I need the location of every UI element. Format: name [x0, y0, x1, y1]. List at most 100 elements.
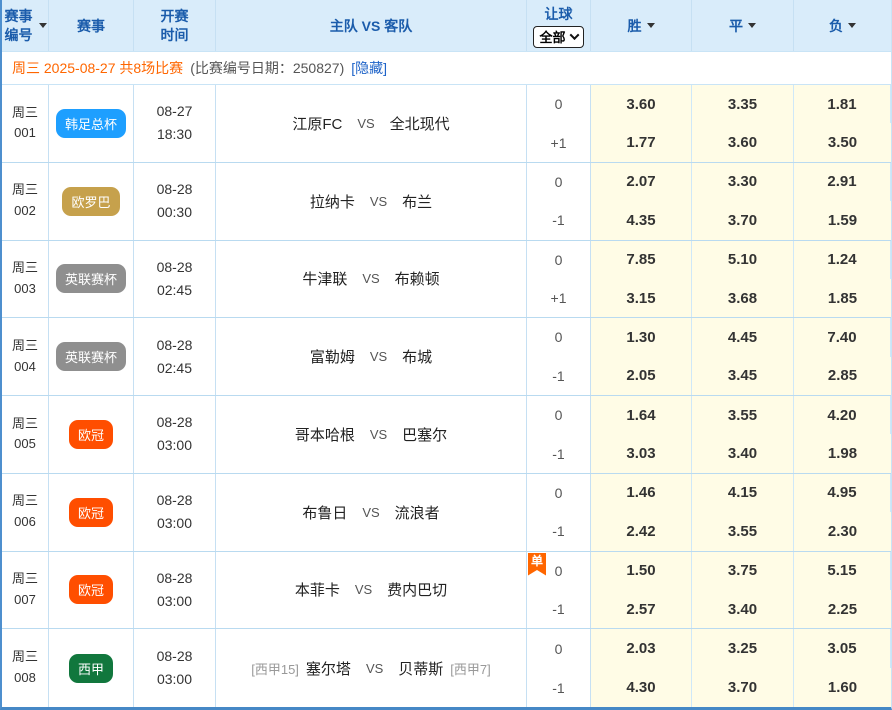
- header-win[interactable]: 胜: [591, 0, 692, 51]
- match-row: 周三 003 英联赛杯 08-28 02:45 牛津联VS布赖顿 0 7.85 …: [2, 241, 891, 319]
- handicap-value: 0: [555, 174, 563, 190]
- odds-win[interactable]: 4.30: [591, 668, 692, 707]
- header-draw[interactable]: 平: [692, 0, 794, 51]
- match-number-value: 004: [14, 357, 36, 378]
- header-match-no-label: 赛事编号: [3, 7, 35, 45]
- odds-draw[interactable]: 3.45: [692, 357, 794, 395]
- odds-lose[interactable]: 1.59: [794, 201, 891, 239]
- odds-win[interactable]: 2.03: [591, 629, 692, 668]
- odds-lose[interactable]: 4.95: [794, 474, 891, 512]
- odds-draw[interactable]: 3.40: [692, 434, 794, 472]
- league-badge: 英联赛杯: [56, 264, 126, 293]
- match-row: 周三 005 欧冠 08-28 03:00 哥本哈根VS巴塞尔 0 1.64 3…: [2, 396, 891, 474]
- odds-lose[interactable]: 2.85: [794, 357, 891, 395]
- odds-win[interactable]: 3.15: [591, 279, 692, 317]
- odds-win[interactable]: 2.07: [591, 163, 692, 201]
- match-time: 08-27 18:30: [134, 85, 216, 162]
- handicap-value: 0: [555, 485, 563, 501]
- odds-lose[interactable]: 2.30: [794, 512, 891, 550]
- match-time: 08-28 03:00: [134, 474, 216, 551]
- odds-draw[interactable]: 3.30: [692, 163, 794, 201]
- odds-lose[interactable]: 1.98: [794, 434, 891, 472]
- odds-lose[interactable]: 7.40: [794, 318, 891, 356]
- handicap-filter-select[interactable]: 全部: [533, 26, 583, 48]
- odds-draw[interactable]: 5.10: [692, 241, 794, 279]
- header-teams: 主队 VS 客队: [216, 0, 527, 51]
- header-league-label: 赛事: [77, 16, 105, 36]
- match-weekday: 周三: [12, 180, 38, 201]
- handicap-cell: -1: [527, 201, 591, 239]
- handicap-value: -1: [552, 368, 564, 384]
- handicap-cell: -1: [527, 434, 591, 472]
- odds-draw[interactable]: 3.70: [692, 201, 794, 239]
- handicap-cell: 0: [527, 474, 591, 512]
- odds-win[interactable]: 1.64: [591, 396, 692, 434]
- odds-draw[interactable]: 3.55: [692, 396, 794, 434]
- odds-win[interactable]: 2.42: [591, 512, 692, 550]
- odds-draw[interactable]: 3.60: [692, 123, 794, 161]
- home-team: 哥本哈根: [295, 424, 355, 445]
- odds-draw[interactable]: 4.45: [692, 318, 794, 356]
- match-date: 08-28: [157, 567, 193, 590]
- date-subheader: 周三 2025-08-27 共8场比赛 (比赛编号日期：250827) [隐藏]: [2, 52, 891, 85]
- away-rank: [西甲7]: [450, 659, 490, 678]
- odds-win[interactable]: 7.85: [591, 241, 692, 279]
- header-lose[interactable]: 负: [794, 0, 891, 51]
- odds-lose[interactable]: 1.85: [794, 279, 891, 317]
- odds-draw[interactable]: 3.55: [692, 512, 794, 550]
- vs-label: VS: [362, 505, 379, 520]
- league-badge: 韩足总杯: [56, 109, 126, 138]
- match-row: 周三 006 欧冠 08-28 03:00 布鲁日VS流浪者 0 1.46 4.…: [2, 474, 891, 552]
- odds-lose[interactable]: 1.24: [794, 241, 891, 279]
- header-league: 赛事: [49, 0, 134, 51]
- odds-lose[interactable]: 1.81: [794, 85, 891, 123]
- match-number-value: 001: [14, 123, 36, 144]
- odds-lose[interactable]: 3.50: [794, 123, 891, 161]
- handicap-value: -1: [552, 446, 564, 462]
- league-cell: 欧罗巴: [49, 163, 134, 240]
- handicap-cell: -1: [527, 512, 591, 550]
- odds-area: 0 1.46 4.15 4.95 -1 2.42 3.55 2.30: [527, 474, 891, 551]
- handicap-cell: -1: [527, 668, 591, 707]
- match-time: 08-28 03:00: [134, 629, 216, 707]
- league-cell: 韩足总杯: [49, 85, 134, 162]
- odds-draw[interactable]: 3.40: [692, 590, 794, 628]
- home-team: 牛津联: [302, 268, 347, 289]
- vs-label: VS: [370, 427, 387, 442]
- odds-win[interactable]: 1.50: [591, 552, 692, 590]
- match-date: 08-28: [157, 178, 193, 201]
- odds-win[interactable]: 4.35: [591, 201, 692, 239]
- match-weekday: 周三: [12, 647, 38, 668]
- odds-win[interactable]: 3.03: [591, 434, 692, 472]
- header-match-no[interactable]: 赛事编号: [2, 0, 49, 51]
- odds-draw[interactable]: 3.70: [692, 668, 794, 707]
- odds-win[interactable]: 2.05: [591, 357, 692, 395]
- away-team: 全北现代: [390, 113, 450, 134]
- hide-link[interactable]: [隐藏]: [351, 58, 387, 78]
- odds-win[interactable]: 1.30: [591, 318, 692, 356]
- odds-draw[interactable]: 3.75: [692, 552, 794, 590]
- odds-win[interactable]: 1.77: [591, 123, 692, 161]
- match-number: 周三 008: [2, 629, 49, 707]
- sort-caret-icon: [848, 23, 856, 28]
- match-start-time: 02:45: [157, 357, 192, 380]
- odds-draw[interactable]: 3.68: [692, 279, 794, 317]
- odds-area: 0 2.07 3.30 2.91 -1 4.35 3.70 1.59: [527, 163, 891, 240]
- odds-win[interactable]: 2.57: [591, 590, 692, 628]
- match-row: 周三 002 欧罗巴 08-28 00:30 拉纳卡VS布兰 0 2.07 3.…: [2, 163, 891, 241]
- odds-draw[interactable]: 3.35: [692, 85, 794, 123]
- odds-draw[interactable]: 4.15: [692, 474, 794, 512]
- odds-lose[interactable]: 5.15: [794, 552, 891, 590]
- home-team: 布鲁日: [302, 502, 347, 523]
- odds-lose[interactable]: 4.20: [794, 396, 891, 434]
- odds-win[interactable]: 1.46: [591, 474, 692, 512]
- odds-win[interactable]: 3.60: [591, 85, 692, 123]
- match-time: 08-28 03:00: [134, 552, 216, 629]
- odds-draw[interactable]: 3.25: [692, 629, 794, 668]
- odds-lose[interactable]: 2.91: [794, 163, 891, 201]
- odds-lose[interactable]: 2.25: [794, 590, 891, 628]
- handicap-value: 0: [555, 407, 563, 423]
- odds-lose[interactable]: 1.60: [794, 668, 891, 707]
- header-win-label: 胜: [628, 16, 642, 36]
- odds-lose[interactable]: 3.05: [794, 629, 891, 668]
